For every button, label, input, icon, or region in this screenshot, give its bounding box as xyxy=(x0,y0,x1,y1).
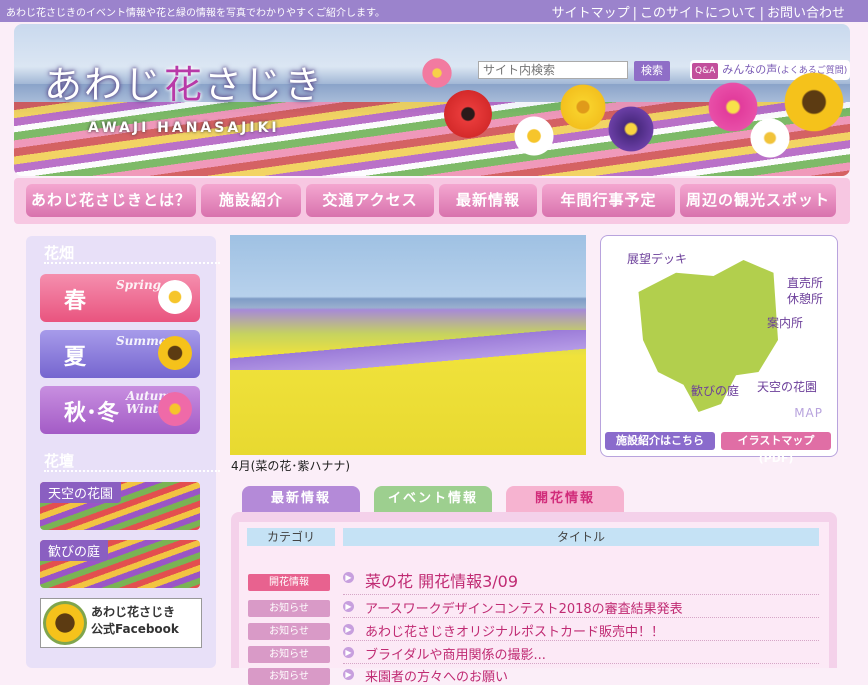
sidebar: 花畑 春 Spring 夏 Summer 秋･冬 Autumn Winter 花壇 天… xyxy=(26,236,220,668)
top-links: サイトマップ | このサイトについて | お問い合わせ xyxy=(549,2,848,21)
pink-flower-icon xyxy=(422,58,452,88)
tab-bloom[interactable]: 開花情報 xyxy=(506,486,624,512)
sidebar-heading-flowerfield: 花畑 xyxy=(44,244,75,262)
sunflower-icon xyxy=(784,72,844,132)
map-panel: 展望デッキ 直売所 休憩所 案内所 歓びの庭 天空の花園 MAP 施設紹介はこち… xyxy=(600,235,838,465)
tab-latest[interactable]: 最新情報 xyxy=(242,486,360,512)
arrow-icon: ▶ xyxy=(343,669,354,680)
season-summer[interactable]: 夏 Summer xyxy=(40,330,200,378)
column-header-title: タイトル xyxy=(343,528,819,546)
arrow-icon: ▶ xyxy=(343,624,354,635)
bed-yorokobi-garden[interactable]: 歓びの庭 xyxy=(40,540,200,588)
category-badge: お知らせ xyxy=(248,668,330,685)
arrow-icon: ▶ xyxy=(343,572,354,583)
sunflower-icon xyxy=(43,601,87,645)
main-photo xyxy=(230,235,586,455)
news-panel: カテゴリ タイトル 開花情報 ▶ 菜の花 開花情報3/09 お知らせ ▶ アース… xyxy=(231,512,837,685)
divider xyxy=(44,470,220,472)
map-label: 直売所 xyxy=(787,276,824,290)
arrow-icon: ▶ xyxy=(343,647,354,658)
yellow-poppy-icon xyxy=(560,84,606,130)
qa-badge: Q&A xyxy=(692,63,719,79)
news-title[interactable]: ブライダルや商用関係の撮影... xyxy=(365,644,546,663)
category-badge: 開花情報 xyxy=(248,574,330,591)
column-header-category: カテゴリ xyxy=(247,528,335,546)
map-label: 休憩所 xyxy=(787,292,824,306)
category-badge: お知らせ xyxy=(248,623,330,640)
map-label: 歓びの庭 xyxy=(691,384,740,398)
nav-news[interactable]: 最新情報 xyxy=(439,184,537,217)
news-title[interactable]: 菜の花 開花情報3/09 xyxy=(365,568,518,592)
category-badge: お知らせ xyxy=(248,600,330,617)
cosmos-icon xyxy=(158,392,192,426)
link-contact[interactable]: お問い合わせ xyxy=(764,6,848,21)
arrow-icon: ▶ xyxy=(343,601,354,612)
tab-events[interactable]: イベント情報 xyxy=(374,486,492,512)
nav-facilities[interactable]: 施設紹介 xyxy=(201,184,301,217)
nav-access[interactable]: 交通アクセス xyxy=(306,184,434,217)
sunflower-icon xyxy=(158,336,192,370)
photo-caption: 4月(菜の花･紫ハナナ) xyxy=(231,459,350,473)
pansy-icon xyxy=(608,106,654,152)
map-pdf-button[interactable]: イラストマップ(PDF) xyxy=(721,432,831,465)
season-spring[interactable]: 春 Spring xyxy=(40,274,200,322)
daisy-icon xyxy=(158,280,192,314)
map-label: 展望デッキ xyxy=(627,252,688,266)
map-word: MAP xyxy=(794,406,823,420)
search-input[interactable] xyxy=(478,61,628,79)
link-sitemap[interactable]: サイトマップ xyxy=(549,6,633,21)
header-banner: あわじ花さじき AWAJI HANASAJIKI 検索 Q&Aみんなの声(よくあ… xyxy=(14,24,850,176)
map-label: 天空の花園 xyxy=(757,380,818,394)
season-autumn-winter[interactable]: 秋･冬 Autumn Winter xyxy=(40,386,200,434)
magenta-flower-icon xyxy=(708,82,758,132)
site-tagline: あわじ花さじきのイベント情報や花と緑の情報を写真でわかりやすくご紹介します。 xyxy=(6,8,385,19)
news-title[interactable]: 来園者の方々へのお願い xyxy=(365,666,508,685)
daisy-icon xyxy=(514,116,554,156)
site-logo[interactable]: あわじ花さじき xyxy=(44,54,324,109)
category-badge: お知らせ xyxy=(248,646,330,663)
link-about[interactable]: このサイトについて xyxy=(637,6,760,21)
facility-button[interactable]: 施設紹介はこちら xyxy=(605,432,715,450)
sidebar-heading-flowerbed: 花壇 xyxy=(44,452,75,470)
map-label: 案内所 xyxy=(767,316,804,330)
top-strip: あわじ花さじきのイベント情報や花と緑の情報を写真でわかりやすくご紹介します。 サ… xyxy=(0,0,868,22)
divider xyxy=(44,262,220,264)
site-logo-en: AWAJI HANASAJIKI xyxy=(88,120,280,136)
bed-tenku-garden[interactable]: 天空の花園 xyxy=(40,482,200,530)
poppy-flower-icon xyxy=(444,90,492,138)
main-nav: あわじ花さじきとは？ 施設紹介 交通アクセス 最新情報 年間行事予定 周辺の観光… xyxy=(14,178,850,224)
search-button[interactable]: 検索 xyxy=(634,61,670,81)
nav-about[interactable]: あわじ花さじきとは？ xyxy=(26,184,196,217)
news-title[interactable]: アースワークデザインコンテスト2018の審査結果発表 xyxy=(365,598,683,617)
news-title[interactable]: あわじ花さじきオリジナルポストカード販売中！！ xyxy=(365,621,664,640)
nav-events[interactable]: 年間行事予定 xyxy=(542,184,675,217)
white-flower-icon xyxy=(750,118,790,158)
facebook-banner[interactable]: あわじ花さじき 公式Facebook xyxy=(40,598,202,648)
nav-tourism[interactable]: 周辺の観光スポット xyxy=(680,184,836,217)
